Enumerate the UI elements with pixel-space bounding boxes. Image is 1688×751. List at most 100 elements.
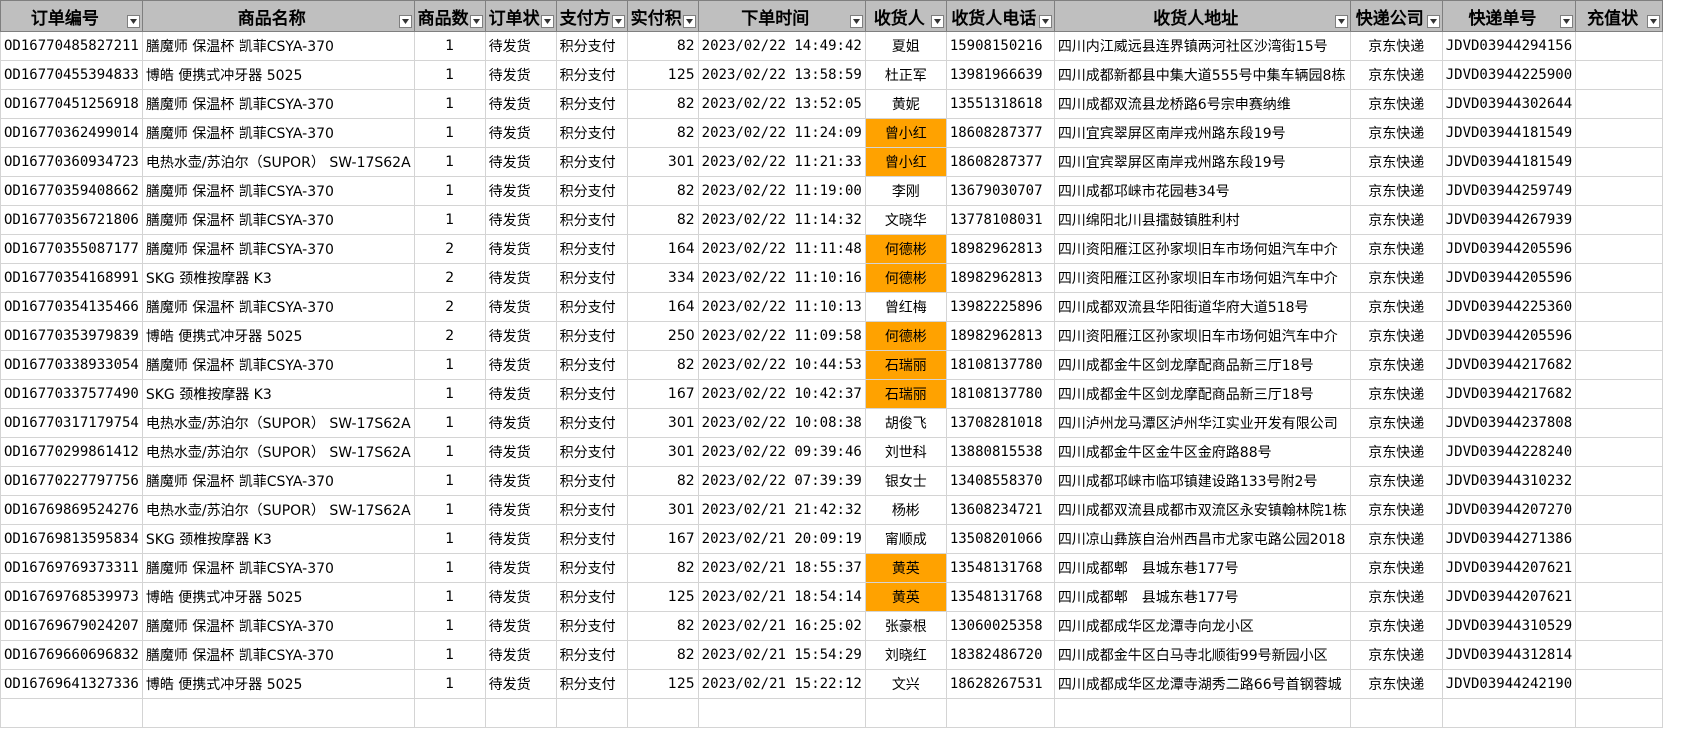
empty-cell[interactable] bbox=[1053, 698, 1351, 728]
cell-recharge[interactable] bbox=[1575, 582, 1664, 612]
cell-product[interactable]: SKG 颈椎按摩器 K3 bbox=[141, 524, 415, 554]
cell-tracking[interactable]: JDVD03944242190 bbox=[1441, 669, 1577, 699]
cell-status[interactable]: 待发货 bbox=[484, 89, 557, 119]
column-header-amount[interactable]: 实付积 bbox=[626, 0, 699, 32]
cell-address[interactable]: 四川成都新都县中集大道555号中集车辆园8栋 bbox=[1053, 60, 1351, 90]
cell-recipient[interactable]: 夏姐 bbox=[864, 31, 947, 61]
table-row[interactable]: OD16770355087177 膳魔师 保温杯 凯菲CSYA-370 2 待发货 积分… bbox=[0, 234, 1664, 264]
cell-qty[interactable]: 1 bbox=[413, 379, 486, 409]
table-row[interactable]: OD16770354168991 SKG 颈椎按摩器 K3 2 待发货 积分支付 334 2… bbox=[0, 263, 1664, 293]
column-header-courier[interactable]: 快递公司 bbox=[1349, 0, 1443, 32]
cell-time[interactable]: 2023/02/21 18:54:14 bbox=[697, 582, 866, 612]
cell-address[interactable]: 四川成都双流县成都市双流区永安镇翰林院1栋 bbox=[1053, 495, 1351, 525]
cell-payment[interactable]: 积分支付 bbox=[555, 640, 628, 670]
cell-order_id[interactable]: OD16770337577490 bbox=[0, 379, 143, 409]
cell-qty[interactable]: 1 bbox=[413, 582, 486, 612]
cell-product[interactable]: 膳魔师 保温杯 凯菲CSYA-370 bbox=[141, 176, 415, 206]
cell-courier[interactable]: 京东快递 bbox=[1349, 408, 1443, 438]
empty-cell[interactable] bbox=[413, 698, 486, 728]
cell-address[interactable]: 四川宜宾翠屏区南岸戎州路东段19号 bbox=[1053, 147, 1351, 177]
cell-time[interactable]: 2023/02/22 11:10:13 bbox=[697, 292, 866, 322]
cell-courier[interactable]: 京东快递 bbox=[1349, 234, 1443, 264]
cell-qty[interactable]: 1 bbox=[413, 176, 486, 206]
cell-amount[interactable]: 82 bbox=[626, 640, 699, 670]
cell-recipient[interactable]: 银女士 bbox=[864, 466, 947, 496]
cell-time[interactable]: 2023/02/21 18:55:37 bbox=[697, 553, 866, 583]
cell-recharge[interactable] bbox=[1575, 669, 1664, 699]
cell-status[interactable]: 待发货 bbox=[484, 379, 557, 409]
cell-amount[interactable]: 164 bbox=[626, 234, 699, 264]
table-row[interactable]: OD16770362499014 膳魔师 保温杯 凯菲CSYA-370 1 待发货 积分… bbox=[0, 118, 1664, 148]
cell-recharge[interactable] bbox=[1575, 640, 1664, 670]
cell-qty[interactable]: 1 bbox=[413, 408, 486, 438]
cell-courier[interactable]: 京东快递 bbox=[1349, 582, 1443, 612]
cell-status[interactable]: 待发货 bbox=[484, 553, 557, 583]
cell-amount[interactable]: 250 bbox=[626, 321, 699, 351]
cell-tracking[interactable]: JDVD03944310529 bbox=[1441, 611, 1577, 641]
cell-recipient-highlighted[interactable]: 黄英 bbox=[864, 582, 947, 612]
cell-phone[interactable]: 15908150216 bbox=[945, 31, 1055, 61]
cell-payment[interactable]: 积分支付 bbox=[555, 408, 628, 438]
cell-recharge[interactable] bbox=[1575, 292, 1664, 322]
empty-cell[interactable] bbox=[141, 698, 415, 728]
cell-status[interactable]: 待发货 bbox=[484, 582, 557, 612]
empty-cell[interactable] bbox=[1441, 698, 1577, 728]
cell-status[interactable]: 待发货 bbox=[484, 524, 557, 554]
cell-recipient[interactable]: 张豪根 bbox=[864, 611, 947, 641]
cell-qty[interactable]: 2 bbox=[413, 321, 486, 351]
cell-time[interactable]: 2023/02/21 15:54:29 bbox=[697, 640, 866, 670]
cell-payment[interactable]: 积分支付 bbox=[555, 89, 628, 119]
cell-order_id[interactable]: OD16770338933054 bbox=[0, 350, 143, 380]
cell-address[interactable]: 四川成都邛崃市花园巷34号 bbox=[1053, 176, 1351, 206]
cell-phone[interactable]: 18982962813 bbox=[945, 263, 1055, 293]
cell-recharge[interactable] bbox=[1575, 205, 1664, 235]
cell-address[interactable]: 四川内江威远县连界镇两河社区沙湾街15号 bbox=[1053, 31, 1351, 61]
cell-order_id[interactable]: OD16769869524276 bbox=[0, 495, 143, 525]
cell-tracking[interactable]: JDVD03944267939 bbox=[1441, 205, 1577, 235]
cell-amount[interactable]: 167 bbox=[626, 379, 699, 409]
cell-phone[interactable]: 18982962813 bbox=[945, 234, 1055, 264]
cell-time[interactable]: 2023/02/22 14:49:42 bbox=[697, 31, 866, 61]
cell-tracking[interactable]: JDVD03944181549 bbox=[1441, 118, 1577, 148]
filter-dropdown-icon[interactable] bbox=[849, 15, 863, 28]
cell-time[interactable]: 2023/02/22 10:44:53 bbox=[697, 350, 866, 380]
filter-dropdown-icon[interactable] bbox=[126, 15, 140, 28]
cell-time[interactable]: 2023/02/22 07:39:39 bbox=[697, 466, 866, 496]
cell-phone[interactable]: 13880815538 bbox=[945, 437, 1055, 467]
column-header-payment[interactable]: 支付方 bbox=[555, 0, 628, 32]
cell-product[interactable]: 膳魔师 保温杯 凯菲CSYA-370 bbox=[141, 205, 415, 235]
cell-amount[interactable]: 125 bbox=[626, 582, 699, 612]
cell-payment[interactable]: 积分支付 bbox=[555, 437, 628, 467]
table-row[interactable]: OD16770451256918 膳魔师 保温杯 凯菲CSYA-370 1 待发货 积分… bbox=[0, 89, 1664, 119]
cell-time[interactable]: 2023/02/22 11:14:32 bbox=[697, 205, 866, 235]
cell-recharge[interactable] bbox=[1575, 321, 1664, 351]
table-row[interactable]: OD16770338933054 膳魔师 保温杯 凯菲CSYA-370 1 待发货 积分… bbox=[0, 350, 1664, 380]
cell-qty[interactable]: 1 bbox=[413, 611, 486, 641]
cell-amount[interactable]: 82 bbox=[626, 350, 699, 380]
filter-dropdown-icon[interactable] bbox=[1560, 15, 1574, 28]
cell-status[interactable]: 待发货 bbox=[484, 669, 557, 699]
cell-recharge[interactable] bbox=[1575, 466, 1664, 496]
cell-qty[interactable]: 1 bbox=[413, 524, 486, 554]
column-header-status[interactable]: 订单状 bbox=[484, 0, 557, 32]
cell-time[interactable]: 2023/02/21 20:09:19 bbox=[697, 524, 866, 554]
empty-cell[interactable] bbox=[555, 698, 628, 728]
filter-dropdown-icon[interactable] bbox=[1334, 15, 1348, 28]
cell-payment[interactable]: 积分支付 bbox=[555, 205, 628, 235]
table-row[interactable]: OD16769769373311 膳魔师 保温杯 凯菲CSYA-370 1 待发货 积分… bbox=[0, 553, 1664, 583]
cell-qty[interactable]: 1 bbox=[413, 147, 486, 177]
filter-dropdown-icon[interactable] bbox=[1647, 15, 1661, 28]
cell-address[interactable]: 四川成都双流县龙桥路6号宗申赛纳维 bbox=[1053, 89, 1351, 119]
cell-recipient[interactable]: 文兴 bbox=[864, 669, 947, 699]
cell-recipient-highlighted[interactable]: 石瑞丽 bbox=[864, 350, 947, 380]
cell-recharge[interactable] bbox=[1575, 495, 1664, 525]
cell-amount[interactable]: 82 bbox=[626, 553, 699, 583]
cell-status[interactable]: 待发货 bbox=[484, 350, 557, 380]
empty-cell[interactable] bbox=[864, 698, 947, 728]
cell-address[interactable]: 四川成都邛崃市临邛镇建设路133号附2号 bbox=[1053, 466, 1351, 496]
cell-payment[interactable]: 积分支付 bbox=[555, 379, 628, 409]
table-row[interactable]: OD16769768539973 博皓 便携式冲牙器 5025 1 待发货 积分支付 12… bbox=[0, 582, 1664, 612]
cell-product[interactable]: 博皓 便携式冲牙器 5025 bbox=[141, 582, 415, 612]
cell-payment[interactable]: 积分支付 bbox=[555, 60, 628, 90]
cell-product[interactable]: 膳魔师 保温杯 凯菲CSYA-370 bbox=[141, 118, 415, 148]
